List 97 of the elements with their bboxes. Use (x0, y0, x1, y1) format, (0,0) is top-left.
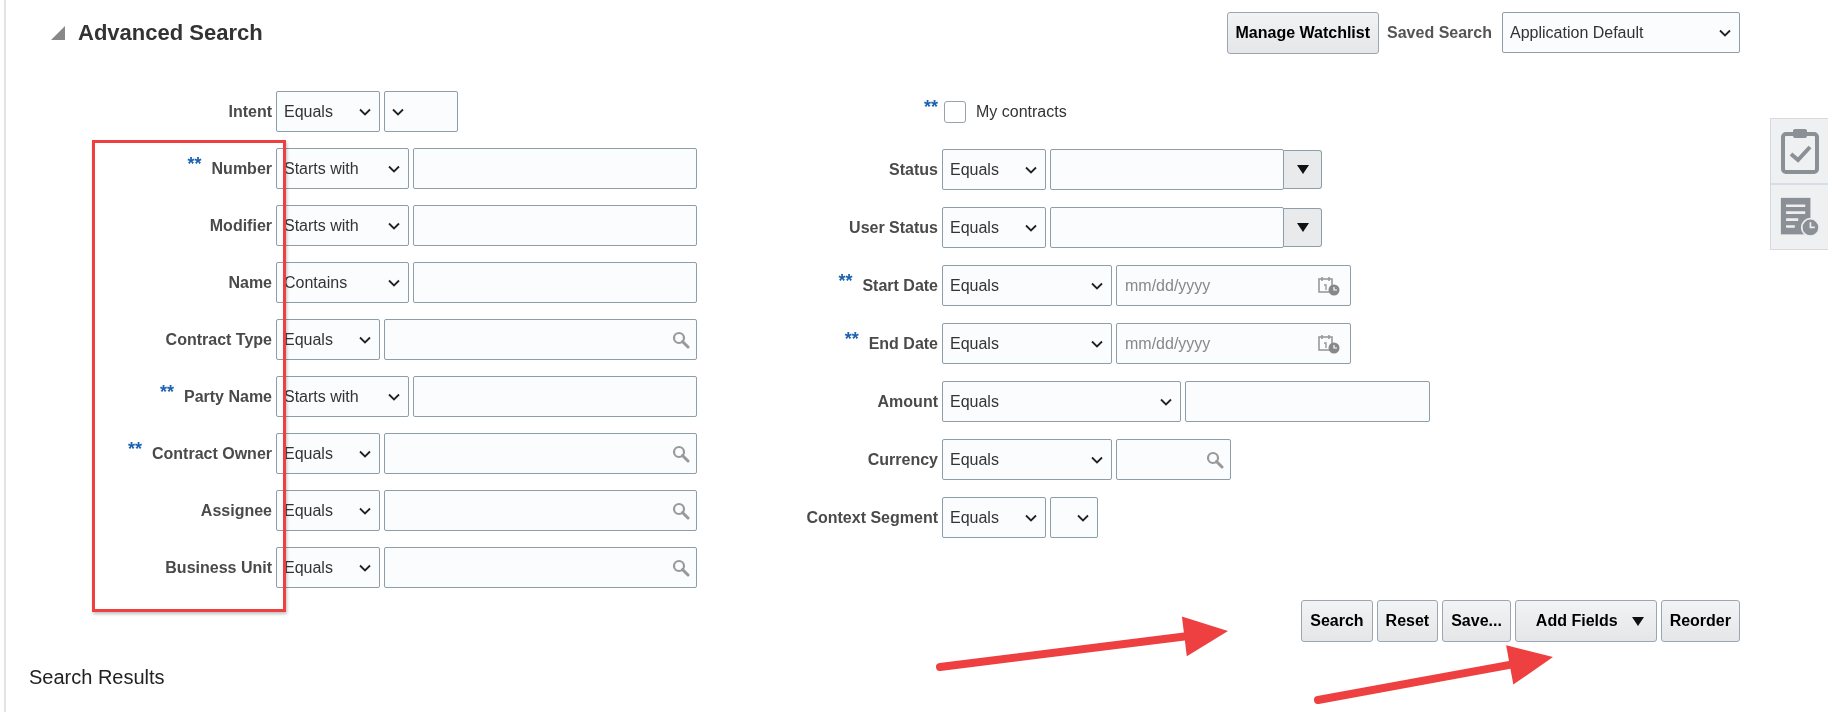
search-field[interactable] (384, 319, 697, 360)
date-field[interactable]: mm/dd/yyyy (1116, 323, 1351, 364)
input-field[interactable] (413, 262, 697, 303)
field-label: Status (889, 160, 938, 179)
search-icon (672, 501, 690, 520)
required-marker: ** (127, 439, 142, 460)
chevron-down-icon (359, 107, 371, 116)
date-field[interactable]: mm/dd/yyyy (1116, 265, 1351, 306)
field-label: End Date (868, 334, 938, 353)
dropdown[interactable]: Equals (942, 207, 1046, 248)
search-icon (1206, 450, 1224, 469)
search-icon (672, 558, 690, 577)
input-field[interactable] (1185, 381, 1430, 422)
field-label: Start Date (862, 276, 938, 295)
field-label: Name (228, 273, 272, 292)
dropdown[interactable]: Equals (276, 91, 380, 132)
field-label: Contract Type (165, 330, 272, 349)
calendar-clock-icon (1318, 333, 1340, 354)
chevron-down-icon (1077, 513, 1089, 522)
dropdown[interactable]: Starts with (276, 205, 409, 246)
search-field[interactable] (384, 490, 697, 531)
field-label: Context Segment (806, 508, 938, 527)
search-field[interactable] (384, 433, 697, 474)
required-marker: ** (924, 97, 938, 118)
dropdown[interactable]: Equals (942, 439, 1112, 480)
search-field[interactable] (384, 547, 697, 588)
search-field[interactable] (1116, 439, 1231, 480)
chevron-down-icon (388, 278, 400, 287)
field-label: Modifier (209, 216, 272, 235)
dropdown[interactable]: Starts with (276, 148, 409, 189)
input-field[interactable] (1050, 149, 1284, 190)
field-label: User Status (849, 218, 938, 237)
chevron-down-icon (359, 449, 371, 458)
chevron-down-icon (1091, 281, 1103, 290)
chevron-down-icon (1160, 397, 1172, 406)
chevron-down-icon (388, 392, 400, 401)
saved-search-dropdown[interactable]: Application Default (1502, 12, 1740, 53)
field-label: Currency (867, 450, 938, 469)
field-label: Party Name (183, 387, 272, 406)
chevron-down-icon (359, 335, 371, 344)
caret-down-icon (1296, 223, 1309, 232)
add-fields-button[interactable]: Add Fields (1514, 600, 1657, 642)
search-icon (672, 330, 690, 349)
chevron-down-icon (392, 107, 404, 116)
chevron-down-icon (388, 164, 400, 173)
action-button[interactable]: Save... (1442, 600, 1511, 642)
dropdown[interactable]: Equals (942, 265, 1112, 306)
action-button[interactable]: Reorder (1660, 600, 1740, 642)
dropdown[interactable]: Contains (276, 262, 409, 303)
search-icon (672, 444, 690, 463)
chevron-down-icon (359, 563, 371, 572)
clipboard-check-icon (1779, 128, 1820, 174)
section-title: Advanced Search (78, 19, 263, 46)
action-button[interactable]: Search (1301, 600, 1373, 642)
dropdown-button[interactable] (1284, 208, 1322, 247)
field-label: Assignee (200, 501, 272, 520)
caret-down-icon (1296, 165, 1309, 174)
chevron-down-icon (388, 221, 400, 230)
input-field[interactable] (413, 376, 697, 417)
dropdown[interactable]: Equals (942, 149, 1046, 190)
chevron-down-icon (359, 506, 371, 515)
dropdown-button[interactable] (1284, 150, 1322, 189)
caret-down-icon (1631, 616, 1644, 626)
required-marker: ** (187, 154, 202, 175)
input-field[interactable] (1050, 207, 1284, 248)
saved-search-label: Saved Search (1387, 23, 1492, 42)
chevron-down-icon (1025, 223, 1037, 232)
field-label: Number (211, 159, 272, 178)
chevron-down-icon (1091, 339, 1103, 348)
field-label: Business Unit (165, 558, 272, 577)
action-button[interactable]: Reset (1376, 600, 1439, 642)
dropdown[interactable]: Equals (942, 497, 1046, 538)
required-marker: ** (159, 382, 174, 403)
checkbox[interactable] (944, 100, 966, 123)
dropdown[interactable]: Equals (942, 323, 1112, 364)
section-title: Search Results (29, 666, 166, 689)
dropdown[interactable] (384, 91, 458, 132)
chevron-down-icon (1719, 28, 1731, 37)
calendar-clock-icon (1318, 275, 1340, 296)
dropdown[interactable] (1050, 497, 1098, 538)
dropdown[interactable]: Starts with (276, 376, 409, 417)
input-field[interactable] (413, 205, 697, 246)
date-placeholder: mm/dd/yyyy (1125, 276, 1211, 295)
required-marker: ** (838, 271, 853, 292)
manage-watchlist-button[interactable]: Manage Watchlist (1226, 11, 1380, 54)
required-marker: ** (844, 329, 859, 350)
chevron-down-icon (1025, 165, 1037, 174)
chevron-down-icon (1091, 455, 1103, 464)
field-label: Amount (877, 392, 938, 411)
date-placeholder: mm/dd/yyyy (1125, 334, 1211, 353)
chevron-down-icon (1025, 513, 1037, 522)
input-field[interactable] (413, 148, 697, 189)
triangle-icon[interactable] (51, 25, 65, 40)
field-label: Intent (228, 102, 272, 121)
field-label: Contract Owner (152, 444, 272, 463)
checkbox-label: My contracts (976, 102, 1067, 121)
dropdown[interactable]: Equals (942, 381, 1181, 422)
